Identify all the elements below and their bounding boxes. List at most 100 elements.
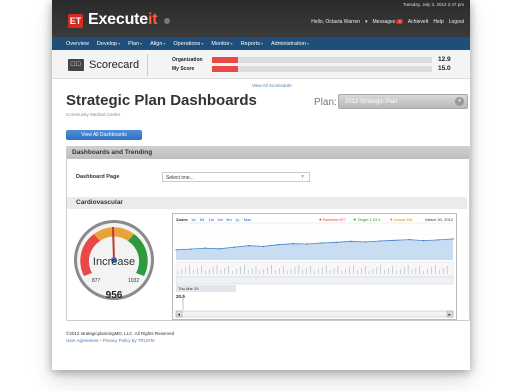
nav-operations[interactable]: Operations▾ xyxy=(173,41,203,47)
zoom-option[interactable]: 1d xyxy=(191,217,195,222)
nav-plan-label: Plan xyxy=(128,40,140,47)
trend-chart: Zoom: 1d 5d 1m 3m 6m 1y Max ● Baseline:877 ● Targ… xyxy=(172,213,457,320)
nav-overview[interactable]: Overview xyxy=(66,41,89,47)
zoom-option[interactable]: 6m xyxy=(226,217,232,222)
nav-monitor[interactable]: Monitor▾ xyxy=(211,41,232,47)
app-window: ET Executeit Tuesday, July 3, 2012 2:47 … xyxy=(52,0,470,370)
divider xyxy=(147,54,148,76)
nav-develop[interactable]: Develop▾ xyxy=(97,41,120,47)
tooltip-value: 20.9 xyxy=(176,294,185,299)
chart-point xyxy=(292,243,294,245)
myscore-bar xyxy=(212,66,432,72)
chart-point xyxy=(175,249,177,251)
zoom-option[interactable]: Max xyxy=(244,217,252,222)
chart-point xyxy=(277,244,279,246)
gauge: Increase 877 1032 956 xyxy=(74,220,154,301)
legend-marker: ● xyxy=(390,217,393,222)
legend-label: Target 1.03 k xyxy=(357,217,380,222)
chart-legend: ● Baseline:877 ● Target 1.03 k ● Actual:381 xyxy=(319,217,414,222)
scorecard-labels: Organization My Score xyxy=(172,56,203,74)
gauge-label: Increase xyxy=(93,256,135,268)
chart-scrollbar[interactable] xyxy=(175,310,454,318)
logo-text-main: Execute xyxy=(88,11,148,28)
copyright: ©2012 strategicplanningMD, LLC. All Righ… xyxy=(66,331,175,336)
chart-point xyxy=(335,241,337,243)
chevron-down-icon: ▾ xyxy=(230,40,233,46)
gauge-min: 877 xyxy=(92,278,101,284)
navigator-strip[interactable] xyxy=(175,276,454,285)
messages-badge: 4 xyxy=(396,19,403,24)
nav-align[interactable]: Align▾ xyxy=(150,41,165,47)
view-all-dashboards-button[interactable]: View All Dashboards xyxy=(66,130,142,140)
plan-select-value: 2012 Strategic Plan xyxy=(345,99,398,105)
organization-label: Organization xyxy=(172,57,203,63)
chevron-down-icon: ▾ xyxy=(118,40,121,46)
user-agreement-link[interactable]: User Agreement xyxy=(66,338,99,343)
page-title: Strategic Plan Dashboards xyxy=(66,92,257,109)
chevron-down-icon: ▾ xyxy=(306,40,309,46)
nav-reports[interactable]: Reports▾ xyxy=(241,41,263,47)
organization-bar-fill xyxy=(212,57,239,63)
chevron-down-icon[interactable]: ▾ xyxy=(365,19,368,25)
plan-label: Plan: xyxy=(314,97,337,108)
zoom-label: Zoom: xyxy=(176,217,188,222)
section-title: Cardiovascular xyxy=(76,199,123,206)
main-nav: Overview Develop▾ Plan▾ Align▾ Operation… xyxy=(52,37,470,50)
logo-dot-icon xyxy=(164,18,170,24)
chart-point xyxy=(437,239,439,241)
nav-administration[interactable]: Administration▾ xyxy=(271,41,309,47)
legend-marker: ● xyxy=(319,217,322,222)
scorecard-bar: □□ Scorecard Organization My Score 12.9 … xyxy=(52,50,470,79)
chevron-down-icon: ▾ xyxy=(201,40,204,46)
tooltip-date: Thu Mar 29 xyxy=(178,286,199,291)
chart-point xyxy=(394,239,396,241)
current-datetime: Tuesday, July 3, 2012 2:47 pm xyxy=(402,2,464,7)
chart-point xyxy=(233,246,235,248)
legend-label: Baseline:877 xyxy=(323,217,347,222)
panel-header: Dashboards and Trending xyxy=(67,147,469,159)
logo-text-accent: it xyxy=(147,11,158,28)
greeting: Hello, Octavia Warren xyxy=(311,19,360,25)
plan-select[interactable]: 2012 Strategic Plan ▾ xyxy=(338,94,468,109)
view-all-scorecards-link[interactable]: View All Scorecards xyxy=(252,83,292,88)
chevron-down-icon: ▾ xyxy=(163,40,166,46)
chart-point xyxy=(262,245,265,247)
legend-label: Actual:381 xyxy=(394,217,414,222)
organization-bar xyxy=(212,57,432,63)
zoom-option[interactable]: 1y xyxy=(235,217,239,222)
myscore-value: 15.0 xyxy=(438,65,451,72)
logo-text[interactable]: Executeit xyxy=(88,11,158,29)
chart-point xyxy=(248,245,250,247)
nav-monitor-label: Monitor xyxy=(211,40,230,47)
chart-point xyxy=(306,243,308,245)
myscore-label: My Score xyxy=(172,66,195,72)
chevron-down-icon: ▾ xyxy=(455,97,464,106)
dashboard-page-select[interactable]: Select one... ▼ xyxy=(162,172,310,182)
privacy-link[interactable]: Privacy Policy by TRUSTe xyxy=(103,338,155,343)
chart-point xyxy=(408,239,410,241)
dashboard-page-select-value: Select one... xyxy=(166,175,194,181)
dashboard-page-label: Dashboard Page xyxy=(76,174,120,180)
logout-link[interactable]: Logout xyxy=(449,19,464,25)
chevron-down-icon: ▼ xyxy=(300,174,305,180)
user-nav: Hello, Octavia Warren ▾ Messages 4 Achiev… xyxy=(311,19,464,25)
panel-title: Dashboards and Trending xyxy=(72,149,153,156)
chart-point xyxy=(219,248,221,250)
footer-links: User Agreement • Privacy Policy by TRUST… xyxy=(66,338,155,343)
legend-marker: ● xyxy=(353,217,356,222)
nav-plan[interactable]: Plan▾ xyxy=(128,41,142,47)
zoom-option[interactable]: 3m xyxy=(217,217,223,222)
zoom-option[interactable]: 5d xyxy=(200,217,204,222)
chart-point xyxy=(364,241,367,243)
chart-date-label: March 30, 2012 xyxy=(425,217,454,222)
page-subtitle: Community Medical Center xyxy=(66,112,121,117)
chart-point xyxy=(190,248,192,250)
achieveit-link[interactable]: AchieveIt xyxy=(408,19,429,25)
help-link[interactable]: Help xyxy=(433,19,443,25)
messages-label: Messages xyxy=(372,19,396,25)
messages-link[interactable]: Messages 4 xyxy=(373,19,403,25)
chart-point xyxy=(379,240,381,242)
section-header: Cardiovascular xyxy=(67,197,467,209)
chart-point xyxy=(321,242,323,244)
zoom-option[interactable]: 1m xyxy=(209,217,215,222)
